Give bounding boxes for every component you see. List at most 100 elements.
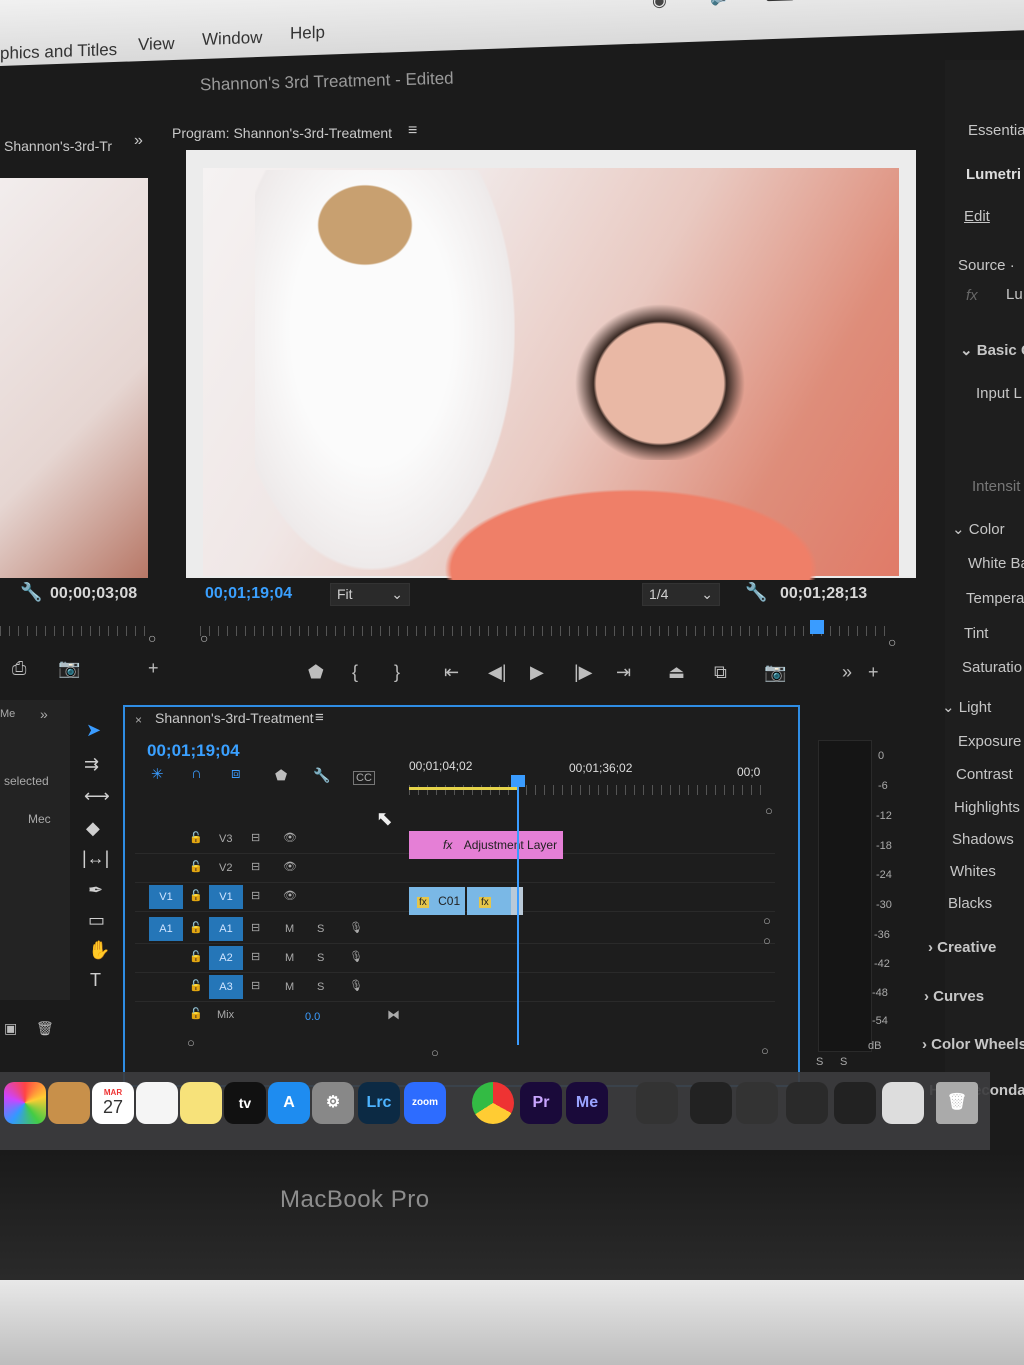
mute-a2[interactable]: M	[285, 952, 294, 964]
zoom-end-handle[interactable]: ○	[888, 634, 896, 650]
premiere-pro-icon[interactable]: Pr	[520, 1082, 562, 1124]
sync-lock-icon[interactable]: ⊟	[251, 831, 260, 844]
add-marker-icon[interactable]: ⬟	[308, 662, 324, 683]
add-button-icon[interactable]: +	[148, 658, 159, 679]
new-item-icon[interactable]: ▣	[4, 1020, 17, 1037]
recent-window-icon[interactable]	[834, 1082, 876, 1124]
input-lut[interactable]: Input L	[976, 385, 1022, 402]
solo-a1[interactable]: S	[317, 923, 324, 935]
white-balance-control[interactable]: White Ba	[968, 555, 1024, 572]
reminders-app-icon[interactable]	[136, 1082, 178, 1124]
selection-tool-icon[interactable]: ➤	[86, 720, 101, 741]
scroll-handle[interactable]: ○	[761, 1043, 769, 1058]
microphone-icon[interactable]: 🎙	[349, 950, 363, 963]
hand-tool-icon[interactable]: ✋	[88, 940, 110, 961]
lock-icon[interactable]: 🔓	[189, 1007, 203, 1020]
lock-icon[interactable]: 🔓	[189, 831, 203, 844]
temperature-slider[interactable]: Tempera	[966, 590, 1024, 607]
lumetri-effect-label[interactable]: Lu	[1006, 286, 1023, 303]
extract-icon[interactable]: ⧉	[714, 662, 727, 683]
menu-window[interactable]: Window	[202, 28, 262, 50]
resolution-dropdown[interactable]: 1/4 ⌄	[642, 583, 720, 606]
mark-out-icon[interactable]: }	[394, 662, 400, 683]
app-store-icon[interactable]: A	[268, 1082, 310, 1124]
source-patch-a1[interactable]: A1	[149, 917, 183, 941]
recent-window-icon[interactable]	[690, 1082, 732, 1124]
camera-icon[interactable]: 📷	[58, 658, 80, 679]
source-patch-v1[interactable]: V1	[149, 885, 183, 909]
nest-icon[interactable]: ✳	[151, 765, 164, 783]
wrench-icon[interactable]: 🔧	[745, 582, 767, 603]
go-to-in-icon[interactable]: ⇤	[444, 662, 459, 683]
slip-tool-icon[interactable]: |↔|	[82, 848, 109, 869]
tab-edit[interactable]: Edit	[964, 208, 990, 225]
vertical-scroll-handle[interactable]: ○	[765, 803, 773, 818]
lock-icon[interactable]: 🔓	[189, 889, 203, 902]
mute-a3[interactable]: M	[285, 981, 294, 993]
screen-record-icon[interactable]: ◉	[652, 0, 667, 11]
media-column-header[interactable]: Mec	[28, 812, 51, 826]
step-forward-icon[interactable]: |▶	[574, 662, 593, 683]
linked-selection-icon[interactable]: ⧈	[231, 765, 241, 782]
solo-a2[interactable]: S	[317, 952, 324, 964]
saturation-slider[interactable]: Saturatio	[962, 659, 1022, 676]
highlights-slider[interactable]: Highlights	[954, 799, 1020, 816]
recent-window-icon[interactable]	[786, 1082, 828, 1124]
tab-sequence[interactable]: Shannon's-3rd-Treatment	[155, 710, 314, 726]
razor-icon[interactable]: ◆	[86, 818, 100, 839]
menu-view[interactable]: View	[138, 34, 175, 55]
menu-help[interactable]: Help	[290, 23, 325, 44]
scroll-handle[interactable]: ○	[187, 1035, 195, 1050]
sync-lock-icon[interactable]: ⊟	[251, 979, 260, 992]
calendar-app-icon[interactable]: MAR 27	[92, 1082, 134, 1124]
trash-icon[interactable]: 🗑	[36, 1020, 54, 1037]
work-area-bar[interactable]	[409, 787, 519, 790]
lift-icon[interactable]: ⏏	[668, 662, 685, 683]
source-timecode[interactable]: 00;00;03;08	[50, 585, 137, 603]
system-settings-icon[interactable]: ⚙	[312, 1082, 354, 1124]
wrench-icon[interactable]: 🔧	[20, 582, 42, 603]
tab-program-monitor[interactable]: Program: Shannon's-3rd-Treatment	[172, 125, 392, 141]
chrome-app-icon[interactable]	[472, 1082, 514, 1124]
go-to-out-icon[interactable]: ⇥	[616, 662, 631, 683]
microphone-icon[interactable]: 🎙	[349, 921, 363, 934]
video-clip-c01[interactable]: fx C01	[409, 887, 465, 915]
whites-slider[interactable]: Whites	[950, 863, 996, 880]
section-color[interactable]: ⌄ Color	[952, 520, 1005, 538]
lightroom-classic-icon[interactable]: Lrc	[358, 1082, 400, 1124]
step-back-icon[interactable]: ◀|	[488, 662, 507, 683]
captions-icon[interactable]: CC	[353, 771, 375, 785]
photos-app-icon[interactable]	[4, 1082, 46, 1124]
meter-solo-left[interactable]: S	[816, 1056, 823, 1068]
sync-lock-icon[interactable]: ⊟	[251, 921, 260, 934]
sync-lock-icon[interactable]: ⊟	[251, 889, 260, 902]
lock-icon[interactable]: 🔓	[189, 860, 203, 873]
contacts-app-icon[interactable]	[48, 1082, 90, 1124]
volume-icon[interactable]: 🔈	[710, 0, 731, 7]
export-frame-icon[interactable]: 📷	[764, 662, 786, 683]
section-creative[interactable]: › Creative	[928, 939, 996, 956]
recent-window-icon[interactable]	[636, 1082, 678, 1124]
track-label-v1[interactable]: V1	[209, 885, 243, 909]
sync-lock-icon[interactable]: ⊟	[251, 860, 260, 873]
eye-icon[interactable]: 👁	[283, 831, 297, 844]
tint-slider[interactable]: Tint	[964, 625, 988, 642]
exposure-slider[interactable]: Exposure	[958, 733, 1021, 750]
trash-icon[interactable]: 🗑	[936, 1082, 978, 1124]
blacks-slider[interactable]: Blacks	[948, 895, 992, 912]
apple-tv-app-icon[interactable]: tv	[224, 1082, 266, 1124]
panel-menu-icon[interactable]: ≡	[315, 709, 324, 726]
zoom-app-icon[interactable]: zoom	[404, 1082, 446, 1124]
pen-tool-icon[interactable]: ✒	[88, 880, 103, 901]
media-encoder-icon[interactable]: Me	[566, 1082, 608, 1124]
add-marker-icon[interactable]: ⬟	[275, 767, 287, 784]
video-clip-2[interactable]: fx	[467, 887, 511, 915]
snap-icon[interactable]: ∩	[191, 765, 202, 782]
microphone-icon[interactable]: 🎙	[349, 979, 363, 992]
vertical-scroll-handle[interactable]: ○	[763, 913, 771, 928]
more-panels-icon[interactable]: »	[40, 706, 48, 722]
shadows-slider[interactable]: Shadows	[952, 831, 1014, 848]
program-scrub-ruler[interactable]	[200, 626, 890, 636]
section-color-wheels[interactable]: › Color Wheels	[922, 1036, 1024, 1053]
notes-app-icon[interactable]	[180, 1082, 222, 1124]
